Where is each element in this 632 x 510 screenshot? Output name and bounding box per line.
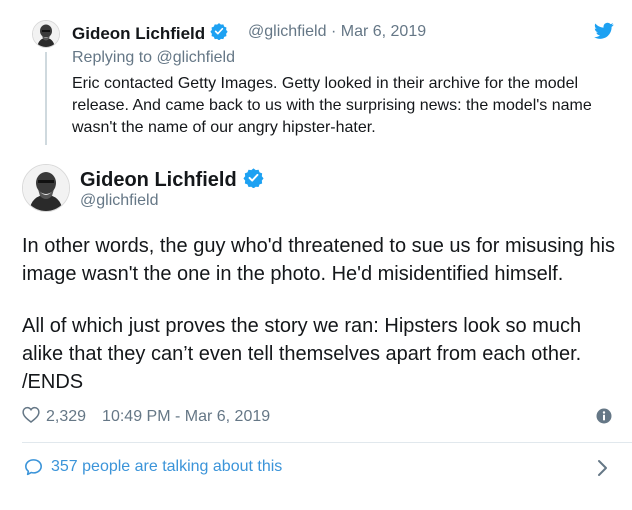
chevron-right-icon[interactable] bbox=[596, 459, 610, 477]
verified-badge-icon bbox=[243, 167, 264, 194]
parent-author-name-text: Gideon Lichfield bbox=[72, 23, 206, 43]
replying-to-label: Replying to bbox=[72, 49, 153, 66]
info-icon[interactable] bbox=[596, 408, 612, 424]
avatar-image bbox=[23, 165, 69, 211]
main-author-name[interactable]: Gideon Lichfield bbox=[80, 167, 264, 194]
tweet-paragraph-1: In other words, the guy who'd threatened… bbox=[22, 235, 616, 285]
conversation-label: 357 people are talking about this bbox=[51, 458, 283, 475]
thread-connector-line bbox=[45, 52, 47, 145]
main-handle[interactable]: @glichfield bbox=[80, 192, 159, 210]
parent-author-name[interactable]: Gideon Lichfield bbox=[72, 22, 228, 45]
parent-handle[interactable]: @glichfield bbox=[248, 23, 327, 40]
like-count[interactable]: 2,329 bbox=[46, 408, 86, 426]
parent-avatar[interactable] bbox=[32, 20, 60, 48]
separator-dot: · bbox=[330, 23, 337, 40]
main-author-name-text: Gideon Lichfield bbox=[80, 169, 237, 191]
divider bbox=[22, 442, 632, 443]
avatar-image bbox=[33, 21, 59, 47]
replying-to-handle[interactable]: @glichfield bbox=[157, 49, 236, 66]
replying-to-line: Replying to @glichfield bbox=[72, 49, 235, 67]
conversation-link[interactable]: 357 people are talking about this bbox=[24, 458, 282, 476]
tweet-timestamp[interactable]: 10:49 PM - Mar 6, 2019 bbox=[102, 408, 270, 426]
parent-tweet-text: Eric contacted Getty Images. Getty looke… bbox=[72, 75, 592, 136]
tweet-stats: 2,329 10:49 PM - Mar 6, 2019 bbox=[22, 406, 270, 428]
speech-bubble-icon bbox=[25, 459, 42, 476]
parent-handle-date: @glichfield · Mar 6, 2019 bbox=[248, 23, 426, 41]
verified-badge-icon bbox=[210, 22, 228, 45]
parent-date[interactable]: Mar 6, 2019 bbox=[341, 23, 426, 40]
main-tweet-text: In other words, the guy who'd threatened… bbox=[22, 232, 622, 396]
main-avatar[interactable] bbox=[22, 164, 70, 212]
twitter-bird-icon[interactable] bbox=[594, 22, 614, 40]
tweet-paragraph-2: All of which just proves the story we ra… bbox=[22, 315, 582, 393]
heart-icon[interactable] bbox=[22, 406, 40, 428]
